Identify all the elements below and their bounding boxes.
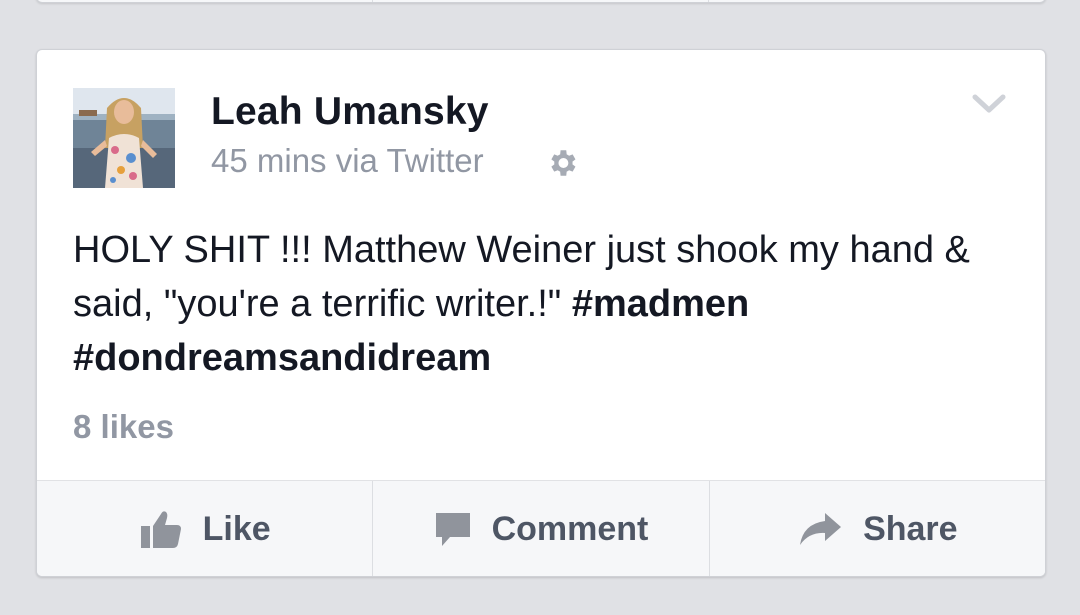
- likes-count[interactable]: 8 likes: [73, 408, 174, 446]
- post-action-bar: Like Comment Share: [37, 480, 1045, 576]
- like-button[interactable]: Like: [37, 481, 374, 576]
- like-label: Like: [202, 509, 271, 548]
- divider: [708, 0, 709, 2]
- chevron-down-icon[interactable]: [972, 92, 1006, 116]
- avatar[interactable]: [73, 88, 175, 188]
- hashtag-link[interactable]: #madmen: [572, 283, 749, 325]
- post-timestamp[interactable]: 45 mins via Twitter: [211, 142, 484, 180]
- speech-bubble-icon: [435, 513, 470, 546]
- divider: [372, 0, 373, 2]
- author-name[interactable]: Leah Umansky: [211, 90, 489, 134]
- share-button[interactable]: Share: [710, 481, 1045, 576]
- hashtag-link[interactable]: #dondreamsandidream: [73, 337, 491, 379]
- share-label: Share: [863, 509, 958, 548]
- post-body: HOLY SHIT !!! Matthew Weiner just shook …: [73, 223, 1013, 385]
- thumbs-up-icon: [140, 511, 181, 548]
- post-text: HOLY SHIT !!! Matthew Weiner just shook …: [73, 229, 970, 325]
- previous-post-action-bar: [36, 0, 1046, 3]
- comment-button[interactable]: Comment: [373, 481, 710, 576]
- share-arrow-icon: [800, 513, 842, 545]
- gear-icon[interactable]: [545, 146, 579, 180]
- news-feed-post: Leah Umansky 45 mins via Twitter HOLY SH…: [36, 49, 1046, 577]
- comment-label: Comment: [491, 509, 649, 548]
